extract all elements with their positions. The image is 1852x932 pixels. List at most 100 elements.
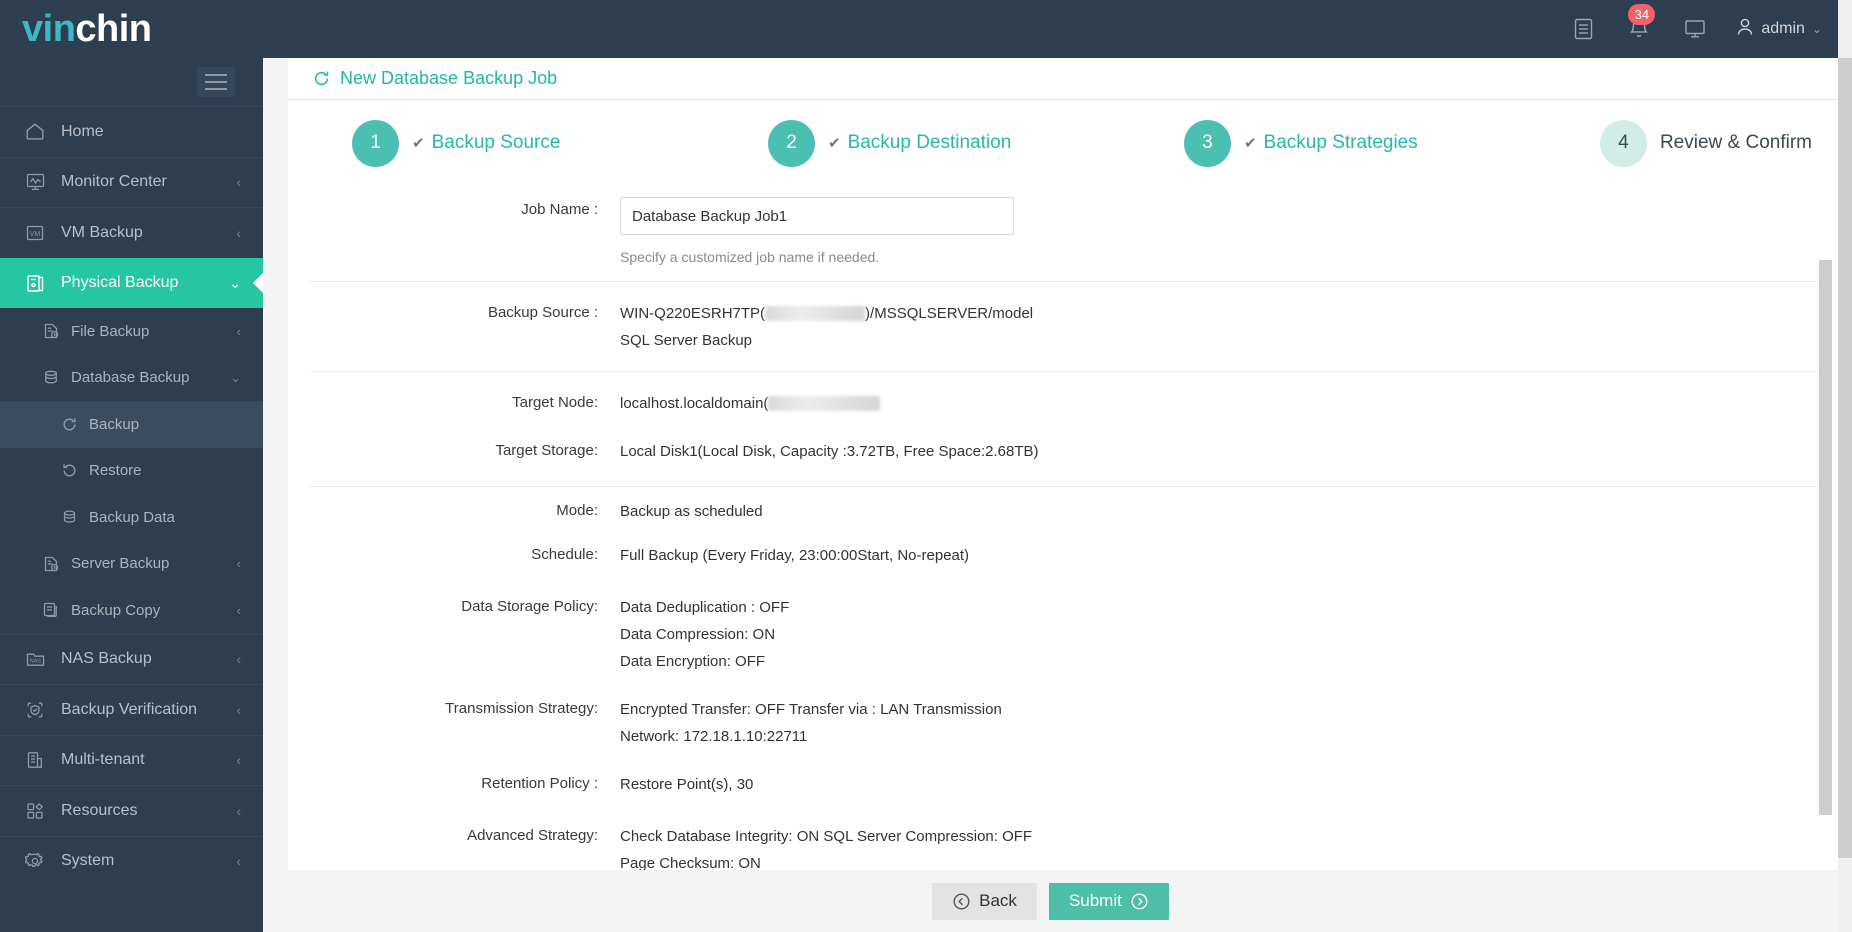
submit-button[interactable]: Submit [1048, 882, 1169, 920]
back-button[interactable]: Back [932, 882, 1037, 920]
row-value: WIN-Q220ESRH7TP()/MSSQLSERVER/model SQL … [620, 299, 1828, 354]
vm-icon: VM [22, 222, 48, 244]
sidebar-item-home[interactable]: Home [0, 106, 263, 157]
step-label-wrap: ✔ Backup Source [412, 132, 560, 154]
wizard-panel: New Database Backup Job 1 ✔ Backup Sourc… [288, 58, 1840, 932]
step-label: Backup Destination [847, 132, 1012, 153]
sidebar-item-arrow: ‹ [236, 224, 241, 241]
sidebar-item-label: Backup Verification [61, 700, 198, 718]
row-label: Data Storage Policy: [461, 598, 598, 615]
transmission-line: Encrypted Transfer: OFF Transfer via : L… [620, 701, 1002, 718]
sidebar-item-arrow: ‹ [236, 323, 241, 339]
page-scrollbar-track[interactable] [1838, 0, 1852, 932]
wizard-footer: Back Submit [263, 870, 1838, 932]
redacted-ip [765, 305, 866, 321]
gear-icon [22, 850, 48, 872]
submit-button-label: Submit [1068, 891, 1122, 910]
sidebar-item-label: Monitor Center [61, 173, 167, 191]
document-list-icon[interactable] [1568, 12, 1598, 46]
step-number: 3 [1183, 119, 1231, 167]
sidebar-item-backup-data[interactable]: Backup Data [0, 494, 263, 541]
refresh-icon [312, 69, 331, 88]
wizard-stepper: 1 ✔ Backup Source 2 ✔ Backup Destination… [288, 100, 1840, 186]
notification-badge: 34 [1628, 4, 1656, 25]
home-icon [22, 121, 48, 143]
row-value: Specify a customized job name if needed. [620, 196, 1828, 271]
source-host-prefix: WIN-Q220ESRH7TP( [620, 305, 766, 322]
chevron-down-icon: ⌄ [1811, 22, 1822, 36]
sidebar-item-label: Server Backup [71, 555, 170, 573]
step-backup-destination[interactable]: 2 ✔ Backup Destination [767, 119, 1184, 167]
sidebar-item-backup-verification[interactable]: Backup Verification ‹ [0, 684, 263, 735]
step-number: 2 [767, 119, 815, 167]
sidebar-item-label: Physical Backup [61, 274, 179, 292]
logo-part-one: vin [22, 8, 76, 50]
row-label: Transmission Strategy: [445, 700, 598, 717]
bell-icon[interactable]: 34 [1624, 4, 1656, 46]
row-value: Backup as scheduled [620, 503, 763, 520]
page-scrollbar-thumb[interactable] [1838, 58, 1852, 858]
transmission-line: Network: 172.18.1.10:22711 [620, 728, 808, 745]
row-data-storage-policy: Data Storage Policy: Data Deduplication … [310, 590, 1828, 692]
row-value: Restore Point(s), 30 [620, 776, 754, 793]
sidebar-item-monitor-center[interactable]: Monitor Center ‹ [0, 156, 263, 208]
row-advanced-strategy: Advanced Strategy: Check Database Integr… [310, 819, 1828, 876]
database-icon [58, 507, 80, 527]
sidebar-item-arrow: ⌄ [230, 369, 241, 385]
sidebar-item-arrow: ‹ [236, 602, 241, 618]
policy-line: Data Compression: ON [620, 626, 776, 643]
row-label: Target Storage: [495, 442, 598, 459]
step-backup-source[interactable]: 1 ✔ Backup Source [352, 119, 768, 167]
review-form: Job Name : Specify a customized job name… [310, 186, 1828, 876]
svg-text:NAS: NAS [29, 659, 40, 665]
user-menu[interactable]: admin ⌄ [1736, 17, 1822, 42]
target-node-prefix: localhost.localdomain( [620, 395, 769, 412]
panel-scrollbar-track[interactable] [1819, 193, 1832, 893]
user-icon [1736, 17, 1754, 42]
job-name-input[interactable] [620, 197, 1014, 235]
step-backup-strategies[interactable]: 3 ✔ Backup Strategies [1183, 119, 1600, 167]
sidebar-item-file-backup[interactable]: File Backup ‹ [0, 308, 263, 355]
row-retention-policy: Retention Policy : Restore Point(s), 30 [310, 767, 1828, 819]
sidebar-item-multi-tenant[interactable]: Multi-tenant ‹ [0, 734, 263, 786]
policy-line: Data Encryption: OFF [620, 653, 766, 670]
step-review-confirm[interactable]: 4 Review & Confirm [1599, 119, 1812, 167]
step-label-wrap: Review & Confirm [1660, 132, 1812, 154]
row-value: Full Backup (Every Friday, 23:00:00Start… [620, 547, 970, 564]
logo-part-two: chin [75, 8, 152, 50]
sidebar-item-label: Resources [61, 801, 138, 819]
row-schedule: Schedule: Full Backup (Every Friday, 23:… [310, 538, 1828, 590]
sidebar-item-arrow: ⌄ [229, 275, 241, 292]
sidebar-item-vm-backup[interactable]: VM VM Backup ‹ [0, 207, 263, 258]
row-target-storage: Target Storage: Local Disk1(Local Disk, … [310, 434, 1828, 486]
sidebar-item-restore[interactable]: Restore [0, 447, 263, 494]
monitor-icon[interactable] [1680, 12, 1710, 46]
step-number: 4 [1599, 119, 1647, 167]
sidebar-item-resources[interactable]: Resources ‹ [0, 785, 263, 836]
content-area: New Database Backup Job 1 ✔ Backup Sourc… [263, 58, 1852, 932]
panel-scrollbar-thumb[interactable] [1819, 260, 1832, 815]
sidebar-item-arrow: ‹ [236, 651, 241, 668]
copy-icon [40, 600, 62, 620]
vinchin-logo[interactable]: vinchin [0, 10, 263, 48]
sidebar-item-backup[interactable]: Backup [0, 401, 263, 448]
sidebar-item-arrow: ‹ [236, 853, 241, 870]
row-value: Check Database Integrity: ON SQL Server … [620, 822, 1828, 876]
sidebar-item-backup-copy[interactable]: Backup Copy ‹ [0, 587, 263, 634]
job-name-hint: Specify a customized job name if needed. [620, 249, 880, 265]
sidebar-item-nas-backup[interactable]: NAS NAS Backup ‹ [0, 633, 263, 685]
check-icon: ✔ [412, 135, 425, 152]
sidebar-item-system[interactable]: System ‹ [0, 835, 263, 887]
sidebar-item-label: Backup Copy [71, 601, 161, 619]
sidebar-item-database-backup[interactable]: Database Backup ⌄ [0, 354, 263, 401]
sidebar-item-label: Restore [89, 462, 142, 480]
app-root: vinchin 34 admin ⌄ Home Monitor Center ‹… [0, 0, 1852, 932]
hamburger-icon[interactable] [197, 67, 235, 97]
step-label: Backup Source [431, 132, 561, 153]
sidebar-item-server-backup[interactable]: Server Backup ‹ [0, 540, 263, 587]
row-target-node: Target Node: localhost.localdomain( [310, 371, 1828, 434]
row-label: Advanced Strategy: [467, 827, 598, 844]
sidebar-item-physical-backup[interactable]: Physical Backup ⌄ [0, 257, 263, 308]
row-backup-source: Backup Source : WIN-Q220ESRH7TP()/MSSQLS… [310, 281, 1828, 371]
backup-source-line-1: WIN-Q220ESRH7TP()/MSSQLSERVER/model [620, 300, 1828, 327]
